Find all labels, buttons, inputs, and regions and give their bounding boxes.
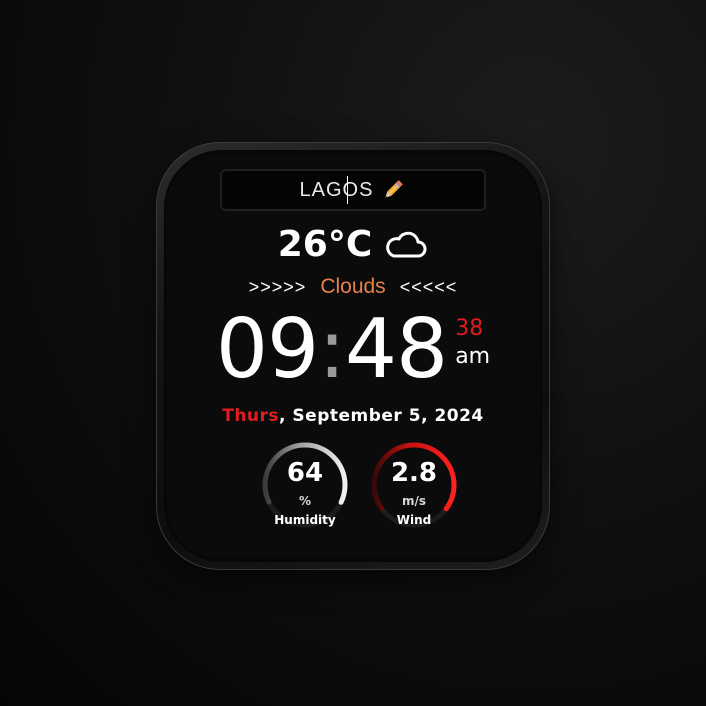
clock-separator: : xyxy=(318,302,346,397)
condition-row: >>>>> Clouds <<<<< xyxy=(164,275,542,299)
clock-ampm: am xyxy=(455,344,491,369)
weather-condition: Clouds xyxy=(320,275,386,298)
clock-seconds: 38 xyxy=(455,316,484,341)
clock: 09:48 38 am xyxy=(164,302,542,398)
wind-label: Wind xyxy=(396,513,432,527)
arrows-right: <<<<< xyxy=(399,276,458,297)
wind-value: 2.8 xyxy=(390,458,438,488)
clock-hours: 09 xyxy=(215,302,319,397)
wind-gauge: 2.8 m/s Wind xyxy=(369,440,459,530)
temperature: 26°C xyxy=(277,224,373,265)
city-input[interactable]: LAGOS xyxy=(220,169,486,211)
humidity-label: Humidity xyxy=(274,513,336,527)
temperature-row: 26°C xyxy=(164,224,542,265)
city-name: LAGOS xyxy=(299,178,374,201)
cloud-icon xyxy=(386,231,427,257)
date-day: Thurs xyxy=(222,406,280,426)
clock-minutes: 48 xyxy=(344,302,448,397)
humidity-value: 64 xyxy=(286,458,324,488)
arrows-left: >>>>> xyxy=(248,276,307,297)
clock-side: 38 am xyxy=(455,316,490,372)
date: Thurs, September 5, 2024 xyxy=(164,406,542,426)
watch-screen: LAGOS 26°C >>>>> Clouds <<<<< 09:48 38 a… xyxy=(164,150,542,562)
humidity-unit: % xyxy=(298,494,312,508)
wind-unit: m/s xyxy=(401,494,427,508)
date-rest: , September 5, 2024 xyxy=(279,406,484,426)
pencil-icon[interactable] xyxy=(380,177,406,203)
clock-time: 09:48 xyxy=(215,302,448,398)
humidity-gauge: 64 % Humidity xyxy=(260,440,350,530)
text-caret xyxy=(347,176,349,204)
watch-face: LAGOS 26°C >>>>> Clouds <<<<< 09:48 38 a… xyxy=(156,142,550,570)
